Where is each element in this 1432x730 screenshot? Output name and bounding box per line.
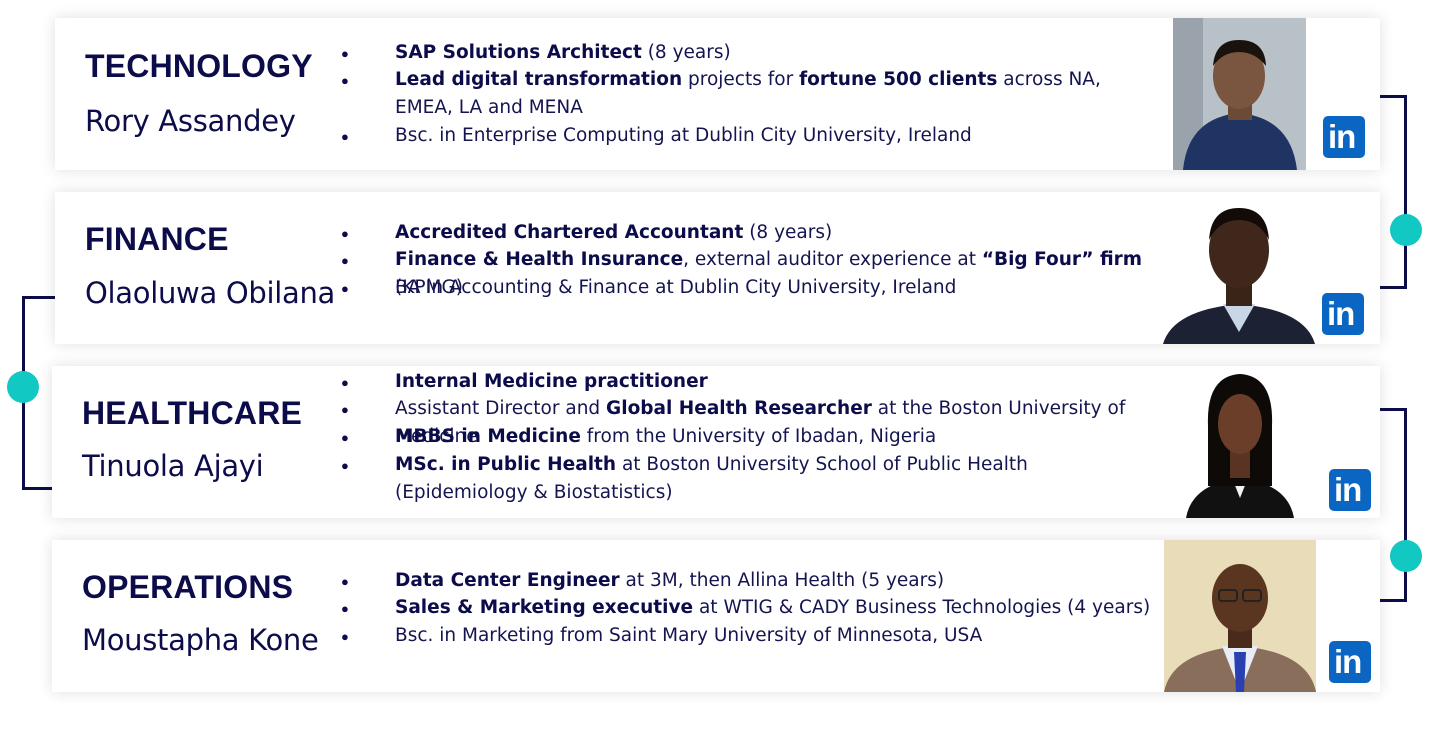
bullet-text: Bsc. in Marketing from Saint Mary Univer… [395, 622, 1155, 650]
bullet-text-run: at 3M, then Allina Health (5 years) [619, 570, 945, 591]
bullet-dot: ● [341, 226, 349, 241]
team-card-finance: FINANCE Olaoluwa Obilana ● Accredited Cha… [55, 192, 1380, 344]
team-card-technology: TECHNOLOGY Rory Assandey ● SAP Solutions … [55, 18, 1380, 170]
member-photo [1173, 18, 1306, 170]
bullet-text-run: , external auditor experience at [683, 249, 982, 270]
bullet-text-run: BA in Accounting & Finance at Dublin Cit… [395, 277, 957, 298]
member-name: Rory Assandey [85, 104, 296, 138]
bullet-dot: ● [341, 73, 349, 88]
bullet-dot: ● [341, 458, 349, 473]
bullet-text-run: Sales & Marketing executive [395, 597, 694, 618]
member-name: Moustapha Kone [82, 623, 319, 657]
bullet-text: Accredited Chartered Accountant (8 years… [395, 219, 1155, 247]
bullet-text-run: SAP Solutions Architect [395, 42, 642, 63]
member-name: Olaoluwa Obilana [85, 276, 336, 310]
bullet-text-run: (8 years) [743, 222, 833, 243]
bullet-text: Internal Medicine practitioner [395, 368, 1155, 396]
bullet-dot: ● [341, 46, 349, 61]
bullet-text-run: MSc. in Public Health [395, 454, 617, 475]
bullet-text-run: projects for [682, 69, 800, 90]
bullet-text: MBBS in Medicine from the University of … [395, 423, 1155, 451]
bullet-text-run: MBBS in Medicine [395, 426, 581, 447]
bullet-dot: ● [341, 574, 349, 589]
linkedin-icon[interactable]: in [1323, 116, 1365, 158]
bullet-dot: ● [341, 402, 349, 417]
bullet-text: Sales & Marketing executive at WTIG & CA… [395, 594, 1155, 622]
connector-dot-right-1 [1390, 214, 1422, 246]
bullet-text-run: fortune 500 clients [799, 69, 998, 90]
bullet-text: MSc. in Public Health at Boston Universi… [395, 451, 1155, 506]
bullet-text-run: Data Center Engineer [395, 570, 620, 591]
bullet-dot: ● [341, 430, 349, 445]
bullet-text-run: Bsc. in Marketing from Saint Mary Univer… [395, 625, 983, 646]
bullet-text: BA in Accounting & Finance at Dublin Cit… [395, 274, 1155, 302]
bullet-dot: ● [341, 375, 349, 390]
bullet-dot: ● [341, 253, 349, 268]
bullet-text-run: (8 years) [641, 42, 731, 63]
bullet-text-run: Finance & Health Insurance [395, 249, 684, 270]
bullet-text-run: Accredited Chartered Accountant [395, 222, 744, 243]
bullet-text-run: at WTIG & CADY Business Technologies (4 … [693, 597, 1151, 618]
bullet-text: SAP Solutions Architect (8 years) [395, 39, 1155, 67]
bullet-text: Bsc. in Enterprise Computing at Dublin C… [395, 122, 1155, 150]
member-photo [1186, 366, 1294, 518]
bullet-text-run: Assistant Director and [395, 398, 607, 419]
bullet-dot: ● [341, 129, 349, 144]
team-card-healthcare: HEALTHCARE Tinuola Ajayi ● Internal Medic… [52, 366, 1380, 518]
bullet-text: Data Center Engineer at 3M, then Allina … [395, 567, 1155, 595]
bullet-text-run: from the University of Ibadan, Nigeria [580, 426, 937, 447]
category-title: FINANCE [85, 221, 229, 257]
bullet-text-run: “Big Four” firm [981, 249, 1143, 270]
bullet-text: Lead digital transformation projects for… [395, 66, 1155, 121]
connector-dot-right-2 [1390, 540, 1422, 572]
bullet-text-run: Bsc. in Enterprise Computing at Dublin C… [395, 125, 972, 146]
bullet-dot: ● [341, 601, 349, 616]
linkedin-icon[interactable]: in [1322, 293, 1364, 335]
member-photo [1164, 540, 1316, 692]
bullet-dot: ● [341, 629, 349, 644]
category-title: TECHNOLOGY [85, 48, 313, 84]
category-title: HEALTHCARE [82, 395, 303, 431]
team-card-operations: OPERATIONS Moustapha Kone ● Data Center E… [52, 540, 1380, 692]
bullet-text-run: Global Health Researcher [606, 398, 872, 419]
connector-dot-left [7, 371, 39, 403]
member-name: Tinuola Ajayi [82, 449, 264, 483]
category-title: OPERATIONS [82, 569, 294, 605]
bullet-text-run: Internal Medicine practitioner [395, 371, 708, 392]
linkedin-icon[interactable]: in [1329, 469, 1371, 511]
bullet-text-run: Lead digital transformation [395, 69, 683, 90]
member-photo [1163, 192, 1315, 344]
linkedin-icon[interactable]: in [1329, 641, 1371, 683]
bullet-dot: ● [341, 281, 349, 296]
